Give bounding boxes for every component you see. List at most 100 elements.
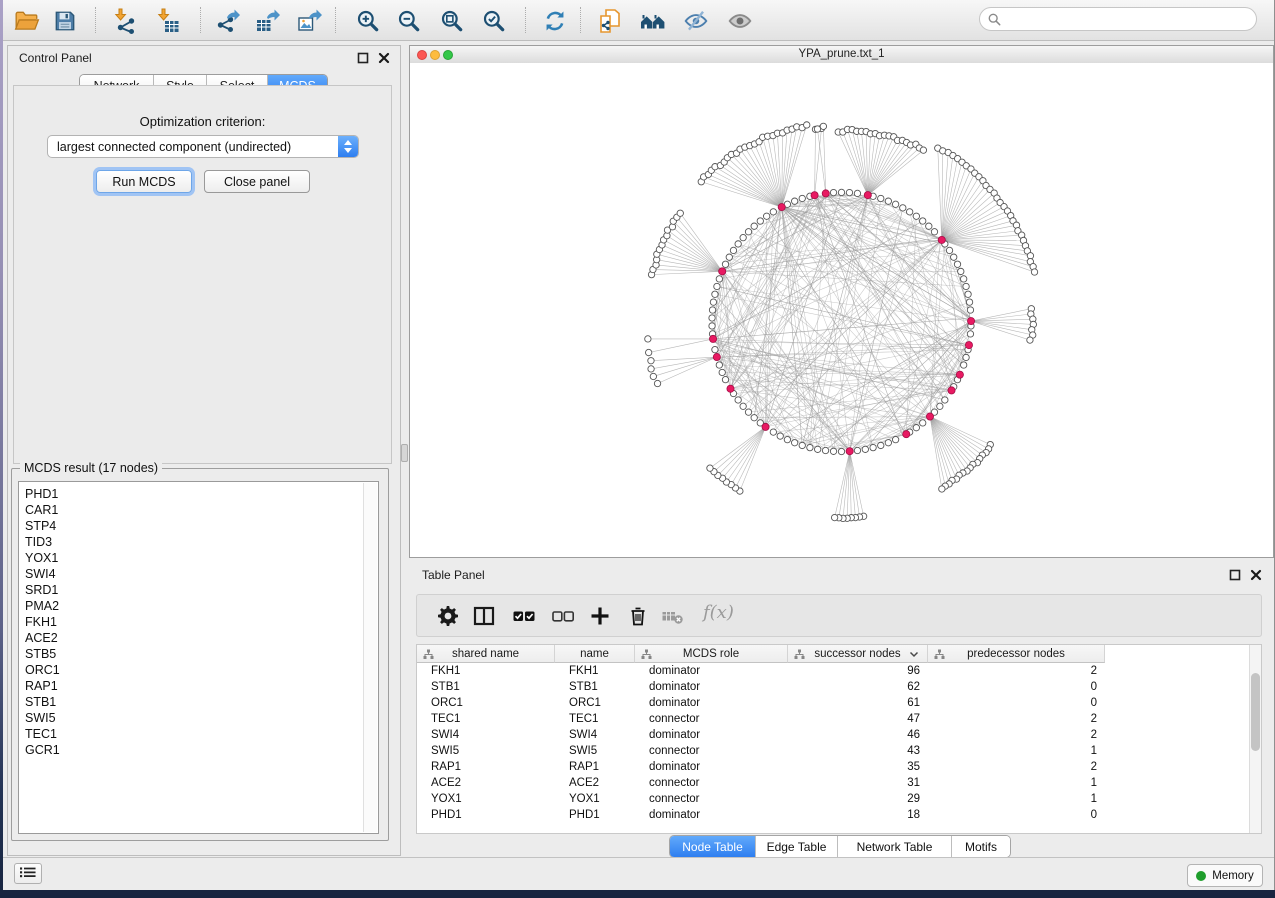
table-cell[interactable]: dominator bbox=[635, 695, 788, 711]
criterion-dropdown[interactable]: largest connected component (undirected) bbox=[47, 135, 359, 158]
refresh-view-button[interactable] bbox=[541, 7, 569, 35]
mcds-list-scrollbar[interactable] bbox=[363, 483, 377, 832]
table-cell[interactable]: 0 bbox=[928, 679, 1105, 695]
table-cell[interactable]: ACE2 bbox=[417, 775, 555, 791]
network-window-titlebar[interactable]: YPA_prune.txt_1 bbox=[410, 46, 1273, 64]
table-cell[interactable]: SWI5 bbox=[555, 743, 635, 759]
tab-motifs[interactable]: Motifs bbox=[952, 836, 1010, 857]
control-panel-close-button[interactable] bbox=[377, 51, 391, 65]
table-cell[interactable]: dominator bbox=[635, 807, 788, 823]
table-row[interactable]: TEC1TEC1connector472 bbox=[417, 711, 1261, 727]
mcds-result-item[interactable]: SWI4 bbox=[25, 566, 358, 582]
table-cell[interactable]: TEC1 bbox=[417, 711, 555, 727]
table-cell[interactable]: 31 bbox=[788, 775, 928, 791]
mcds-result-item[interactable]: PMA2 bbox=[25, 598, 358, 614]
column-header-predecessor-nodes[interactable]: predecessor nodes bbox=[928, 645, 1105, 663]
delete-table-button[interactable] bbox=[660, 603, 686, 629]
tab-network-table[interactable]: Network Table bbox=[838, 836, 952, 857]
table-cell[interactable]: 2 bbox=[928, 663, 1105, 679]
table-cell[interactable]: dominator bbox=[635, 679, 788, 695]
table-cell[interactable]: PHD1 bbox=[555, 807, 635, 823]
table-panel-close-button[interactable] bbox=[1249, 568, 1263, 582]
table-cell[interactable]: 2 bbox=[928, 727, 1105, 743]
mcds-result-item[interactable]: TEC1 bbox=[25, 726, 358, 742]
table-cell[interactable]: FKH1 bbox=[417, 663, 555, 679]
splitter-grip-icon[interactable] bbox=[401, 444, 408, 462]
table-cell[interactable]: ACE2 bbox=[555, 775, 635, 791]
table-panel-float-button[interactable] bbox=[1228, 568, 1242, 582]
table-scrollbar[interactable] bbox=[1249, 645, 1261, 833]
column-header-name[interactable]: name bbox=[555, 645, 635, 663]
table-cell[interactable]: 47 bbox=[788, 711, 928, 727]
table-options-button[interactable] bbox=[435, 603, 461, 629]
import-network-button[interactable] bbox=[111, 7, 139, 35]
table-cell[interactable]: 1 bbox=[928, 743, 1105, 759]
import-table-button[interactable] bbox=[154, 7, 182, 35]
mcds-result-item[interactable]: CAR1 bbox=[25, 502, 358, 518]
close-panel-button[interactable]: Close panel bbox=[204, 170, 310, 193]
delete-column-button[interactable] bbox=[625, 603, 651, 629]
mcds-result-item[interactable]: ORC1 bbox=[25, 662, 358, 678]
open-file-button[interactable] bbox=[13, 7, 41, 35]
table-cell[interactable]: connector bbox=[635, 775, 788, 791]
table-cell[interactable]: FKH1 bbox=[555, 663, 635, 679]
table-cell[interactable]: ORC1 bbox=[555, 695, 635, 711]
control-panel-float-button[interactable] bbox=[356, 51, 370, 65]
panel-splitter[interactable] bbox=[401, 40, 408, 858]
table-cell[interactable]: STB1 bbox=[417, 679, 555, 695]
column-header-successor-nodes[interactable]: successor nodes bbox=[788, 645, 928, 663]
table-cell[interactable]: connector bbox=[635, 791, 788, 807]
search-box[interactable] bbox=[979, 7, 1257, 31]
table-cell[interactable]: 18 bbox=[788, 807, 928, 823]
table-cell[interactable]: dominator bbox=[635, 663, 788, 679]
table-cell[interactable]: 29 bbox=[788, 791, 928, 807]
run-mcds-button[interactable]: Run MCDS bbox=[96, 170, 192, 193]
network-graph[interactable] bbox=[410, 63, 1273, 557]
table-scrollbar-thumb[interactable] bbox=[1251, 673, 1260, 751]
search-input[interactable] bbox=[1006, 9, 1256, 29]
table-cell[interactable]: 1 bbox=[928, 775, 1105, 791]
mcds-result-item[interactable]: STB5 bbox=[25, 646, 358, 662]
birds-eye-view-button[interactable] bbox=[726, 7, 754, 35]
table-cell[interactable]: 46 bbox=[788, 727, 928, 743]
column-header-shared-name[interactable]: shared name bbox=[417, 645, 555, 663]
network-canvas[interactable] bbox=[410, 63, 1273, 557]
table-row[interactable]: RAP1RAP1dominator352 bbox=[417, 759, 1261, 775]
table-cell[interactable]: 0 bbox=[928, 807, 1105, 823]
table-row[interactable]: FKH1FKH1dominator962 bbox=[417, 663, 1261, 679]
export-table-button[interactable] bbox=[254, 7, 282, 35]
mcds-result-item[interactable]: SWI5 bbox=[25, 710, 358, 726]
show-columns-button[interactable] bbox=[471, 603, 497, 629]
apply-function-button[interactable]: f(x) bbox=[697, 601, 740, 624]
table-cell[interactable]: ORC1 bbox=[417, 695, 555, 711]
export-network-button[interactable] bbox=[214, 7, 242, 35]
select-all-button[interactable] bbox=[511, 603, 537, 629]
table-row[interactable]: SWI5SWI5connector431 bbox=[417, 743, 1261, 759]
table-cell[interactable]: SWI4 bbox=[417, 727, 555, 743]
mcds-result-item[interactable]: GCR1 bbox=[25, 742, 358, 758]
table-row[interactable]: PHD1PHD1dominator180 bbox=[417, 807, 1261, 823]
table-cell[interactable]: 62 bbox=[788, 679, 928, 695]
table-cell[interactable]: connector bbox=[635, 711, 788, 727]
tab-node-table[interactable]: Node Table bbox=[670, 836, 756, 857]
table-cell[interactable]: connector bbox=[635, 743, 788, 759]
mcds-result-item[interactable]: FKH1 bbox=[25, 614, 358, 630]
show-panel-list-button[interactable] bbox=[14, 863, 42, 884]
table-cell[interactable]: 2 bbox=[928, 711, 1105, 727]
table-cell[interactable]: dominator bbox=[635, 759, 788, 775]
add-column-button[interactable] bbox=[587, 603, 613, 629]
deselect-all-button[interactable] bbox=[550, 603, 576, 629]
save-session-button[interactable] bbox=[51, 7, 79, 35]
table-row[interactable]: ACE2ACE2connector311 bbox=[417, 775, 1261, 791]
table-row[interactable]: ORC1ORC1dominator610 bbox=[417, 695, 1261, 711]
toggle-graphics-details-button[interactable] bbox=[682, 7, 710, 35]
table-cell[interactable]: STB1 bbox=[555, 679, 635, 695]
mcds-result-item[interactable]: SRD1 bbox=[25, 582, 358, 598]
mcds-result-item[interactable]: TID3 bbox=[25, 534, 358, 550]
column-header-MCDS-role[interactable]: MCDS role bbox=[635, 645, 788, 663]
table-cell[interactable]: 1 bbox=[928, 791, 1105, 807]
table-cell[interactable]: 35 bbox=[788, 759, 928, 775]
table-cell[interactable]: RAP1 bbox=[417, 759, 555, 775]
zoom-selected-button[interactable] bbox=[480, 7, 508, 35]
show-all-networks-button[interactable] bbox=[639, 7, 667, 35]
